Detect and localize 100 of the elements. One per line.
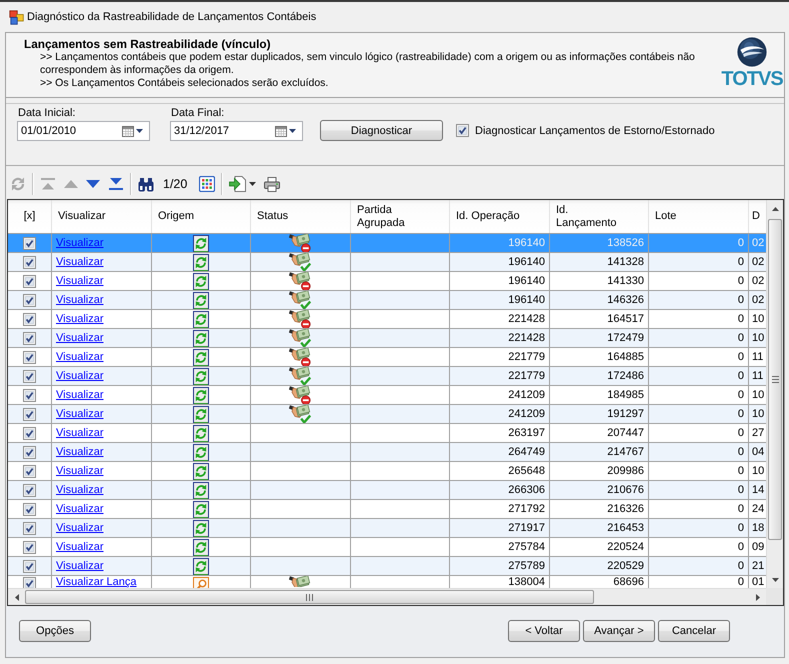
table-cell: 0 [738, 576, 744, 588]
app-icon [9, 10, 24, 24]
column-header[interactable]: Id. Lançamento [550, 200, 649, 233]
checkbox[interactable] [456, 124, 469, 137]
table-row[interactable]: Visualizar 265648 209986 0 10 [8, 462, 766, 481]
right-arrow-icon[interactable] [756, 594, 760, 600]
table-cell: 146326 [607, 294, 644, 306]
table-cell: 207447 [607, 426, 644, 440]
table-cell: 0 [738, 484, 744, 496]
scrollbar-thumb[interactable] [25, 590, 594, 604]
table-row[interactable]: Visualizar 271792 216326 0 24 [8, 500, 766, 519]
view-link[interactable]: Visualizar [56, 464, 104, 478]
view-link[interactable]: Visualizar [56, 294, 104, 306]
row-checkbox[interactable] [23, 312, 36, 326]
grid-icon[interactable] [199, 176, 216, 192]
view-link[interactable]: Visualizar [56, 370, 104, 382]
row-checkbox[interactable] [23, 408, 36, 420]
left-arrow-icon[interactable] [14, 594, 18, 600]
row-checkbox[interactable] [23, 446, 36, 458]
table-row[interactable]: Visualizar 196140 146326 0 02 [8, 291, 766, 310]
view-link[interactable]: Visualizar [56, 502, 104, 516]
up-arrow-icon[interactable] [772, 206, 778, 210]
vertical-scrollbar[interactable] [766, 200, 783, 588]
table-row[interactable]: Visualizar 221779 164885 0 11 [8, 348, 766, 367]
table-cell: 0 [738, 446, 744, 458]
column-header[interactable]: D [749, 200, 766, 233]
bottom-arrow-icon[interactable] [108, 177, 124, 191]
down-arrow-icon[interactable] [86, 180, 100, 188]
sync-icon [193, 348, 209, 366]
column-header[interactable]: Partida Agrupada [351, 200, 450, 233]
table-row[interactable]: Visualizar 271917 216453 0 18 [8, 519, 766, 538]
scrollbar-thumb[interactable] [768, 219, 782, 540]
table-cell: 221779 [508, 370, 545, 382]
row-checkbox[interactable] [23, 236, 36, 250]
view-link[interactable]: Visualizar [56, 426, 104, 440]
table-row[interactable]: Visualizar 196140 141328 0 02 [8, 253, 766, 272]
view-link[interactable]: Visualizar [56, 408, 104, 420]
view-link[interactable]: Visualizar [56, 540, 104, 554]
row-checkbox[interactable] [23, 540, 36, 554]
page-counter: 1/20 [163, 177, 188, 191]
view-link[interactable]: Visualizar [56, 274, 104, 288]
row-checkbox[interactable] [23, 332, 36, 344]
row-checkbox[interactable] [23, 426, 36, 440]
view-link[interactable]: Visualizar [56, 332, 104, 344]
cancel-button[interactable]: Cancelar [658, 620, 730, 642]
column-header[interactable]: Id. Operação [450, 200, 550, 233]
row-checkbox[interactable] [23, 294, 36, 306]
column-header[interactable]: Visualizar [52, 200, 152, 233]
table-row[interactable]: Visualizar 196140 141330 0 02 [8, 272, 766, 291]
table-cell: 221779 [508, 350, 545, 364]
printer-icon[interactable] [264, 176, 280, 192]
row-checkbox[interactable] [23, 256, 36, 268]
row-checkbox[interactable] [23, 522, 36, 534]
table-row[interactable]: Visualizar 275789 220529 0 21 [8, 557, 766, 576]
view-link[interactable]: Visualizar [56, 256, 104, 268]
row-checkbox[interactable] [23, 560, 36, 572]
table-row[interactable]: Visualizar 266306 210676 0 14 [8, 481, 766, 500]
column-header[interactable]: Lote [649, 200, 749, 233]
column-header[interactable]: [x] [8, 200, 52, 233]
table-row[interactable]: Visualizar 221428 164517 0 10 [8, 310, 766, 329]
next-button[interactable]: Avançar > [583, 620, 655, 642]
export-icon[interactable] [229, 176, 246, 192]
options-button[interactable]: Opções [19, 620, 91, 642]
view-link[interactable]: Visualizar [56, 560, 104, 572]
table-row[interactable]: Visualizar 241209 184985 0 10 [8, 386, 766, 405]
horizontal-scrollbar[interactable] [8, 588, 766, 605]
table-row[interactable]: Visualizar 221428 172479 0 10 [8, 329, 766, 348]
caret-icon[interactable] [249, 182, 256, 186]
table-row[interactable]: Visualizar 264749 214767 0 04 [8, 443, 766, 462]
down-arrow-icon[interactable] [772, 578, 778, 582]
view-link[interactable]: Visualizar Lança [56, 576, 137, 588]
sync-icon [193, 500, 209, 518]
row-checkbox[interactable] [23, 464, 36, 478]
row-checkbox[interactable] [23, 370, 36, 382]
view-link[interactable]: Visualizar [56, 484, 104, 496]
row-checkbox[interactable] [23, 484, 36, 496]
row-checkbox[interactable] [23, 577, 36, 588]
view-link[interactable]: Visualizar [56, 350, 104, 364]
column-header[interactable]: Status [251, 200, 351, 233]
table-row[interactable]: Visualizar 275784 220524 0 09 [8, 538, 766, 557]
view-link[interactable]: Visualizar [56, 388, 104, 402]
binoculars-icon[interactable] [138, 176, 154, 192]
row-checkbox[interactable] [23, 388, 36, 402]
description-text: >> Lançamentos contábeis que podem estar duplicados, sem vinculo lógico (rastreabilidade) com a origem ou as informações contábeis não correspondem às informações da origem. [40, 51, 696, 77]
back-button[interactable]: < Voltar [508, 620, 580, 642]
row-checkbox[interactable] [23, 350, 36, 364]
sync-icon [193, 386, 209, 404]
row-checkbox[interactable] [23, 502, 36, 516]
column-header[interactable]: Origem [152, 200, 251, 233]
table-row[interactable]: Visualizar 221779 172486 0 11 [8, 367, 766, 386]
diagnose-button[interactable]: Diagnosticar [320, 120, 443, 141]
table-cell: 191297 [607, 408, 644, 420]
row-checkbox[interactable] [23, 274, 36, 288]
sync-icon [193, 272, 209, 290]
view-link[interactable]: Visualizar [56, 446, 104, 458]
table-cell: 09 [752, 540, 764, 554]
table-row[interactable]: Visualizar 241209 191297 0 10 [8, 405, 766, 424]
view-link[interactable]: Visualizar [56, 522, 104, 534]
table-row[interactable]: Visualizar 263197 207447 0 27 [8, 424, 766, 443]
view-link[interactable]: Visualizar [56, 312, 104, 326]
